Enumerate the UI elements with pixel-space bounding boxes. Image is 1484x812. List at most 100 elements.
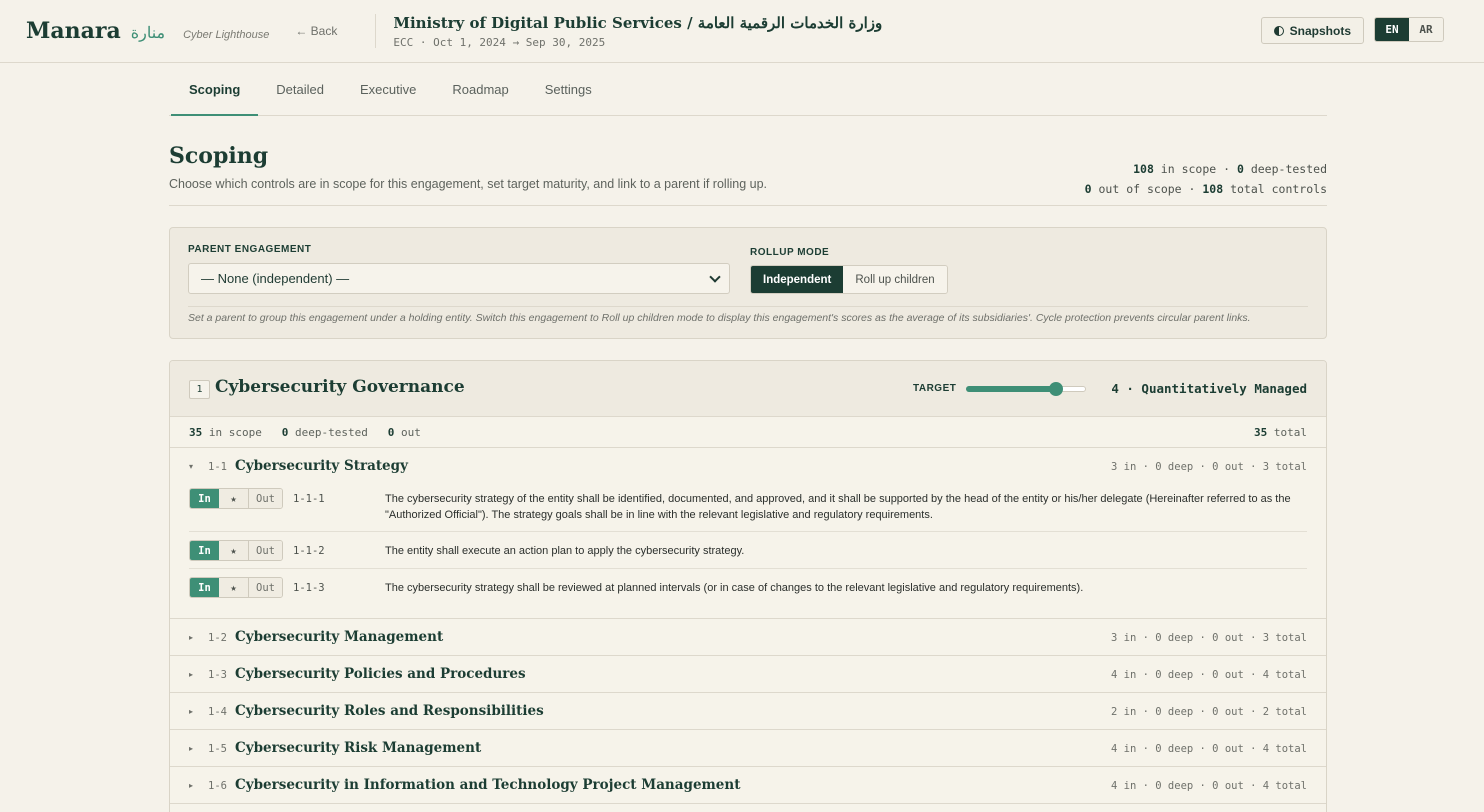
tab-scoping[interactable]: Scoping [171, 63, 259, 116]
lang-ar-button[interactable]: AR [1409, 18, 1443, 41]
subdomain-title: Cybersecurity in Information and Technol… [235, 777, 741, 793]
subdomain-header[interactable]: ▸ 1-4 Cybersecurity Roles and Responsibi… [170, 693, 1326, 730]
scope-toggle: In ★ Out [189, 577, 283, 598]
scope-in-button[interactable]: In [190, 541, 219, 560]
parent-engagement-note: Set a parent to group this engagement un… [188, 312, 1251, 324]
subdomain-code: 1-3 [208, 669, 227, 681]
tab-detailed[interactable]: Detailed [258, 63, 342, 115]
subdomain-code: 1-2 [208, 632, 227, 644]
engagement-title: Ministry of Digital Public Services / وز… [393, 13, 883, 32]
subdomain-code: 1-4 [208, 706, 227, 718]
subdomain-title: Cybersecurity Management [235, 629, 444, 645]
engagement-period: ECC · Oct 1, 2024 → Sep 30, 2025 [393, 35, 606, 49]
engagement-info: Ministry of Digital Public Services / وز… [393, 14, 882, 49]
slider-thumb[interactable] [1049, 382, 1063, 396]
subdomain-title: Cybersecurity Strategy [235, 458, 408, 474]
contrast-icon [1273, 25, 1284, 36]
subdomain-header[interactable]: ▸ 1-5 Cybersecurity Risk Management 4 in… [170, 730, 1326, 767]
domain-header: 1 Cybersecurity Governance TARGET 4 · Qu… [170, 361, 1326, 417]
control-row: In ★ Out 1-1-1 The cybersecurity strateg… [189, 486, 1307, 532]
scope-out-button[interactable]: Out [249, 578, 282, 597]
caret-right-icon: ▸ [189, 744, 194, 753]
target-label: TARGET [913, 383, 957, 394]
target-slider[interactable] [966, 382, 1086, 396]
scope-out-button[interactable]: Out [249, 541, 282, 560]
scope-in-button[interactable]: In [190, 578, 219, 597]
slider-fill [966, 386, 1056, 392]
caret-right-icon: ▸ [189, 670, 194, 679]
subdomain-code: 1-1 [208, 461, 227, 473]
scope-in-button[interactable]: In [190, 489, 219, 508]
scope-out-button[interactable]: Out [249, 489, 282, 508]
main-content: Scoping Detailed Executive Roadmap Setti… [169, 63, 1327, 812]
subdomain-stats: 3 in · 0 deep · 0 out · 3 total [1111, 632, 1307, 644]
subdomain-code: 1-6 [208, 780, 227, 792]
domain-stats-summary: 35 in scope 0 deep-tested 0 out [189, 426, 421, 439]
domain-card: 1 Cybersecurity Governance TARGET 4 · Qu… [169, 360, 1327, 812]
subdomain-header[interactable]: ▸ 1-3 Cybersecurity Policies and Procedu… [170, 656, 1326, 693]
control-text: The cybersecurity strategy shall be revi… [385, 582, 1084, 594]
brand-name-arabic: منارة [130, 23, 166, 42]
chevron-down-icon [709, 271, 721, 283]
parent-engagement-value: — None (independent) — [201, 271, 350, 286]
caret-right-icon: ▸ [189, 633, 194, 642]
domain-title: Cybersecurity Governance [215, 377, 465, 397]
subdomain-title: Cybersecurity Roles and Responsibilities [235, 703, 544, 719]
control-code: 1-1-1 [293, 493, 325, 505]
control-list: In ★ Out 1-1-1 The cybersecurity strateg… [170, 486, 1326, 619]
page-title: Scoping [169, 143, 269, 169]
target-value: 4 · Quantitatively Managed [1111, 381, 1307, 396]
control-code: 1-1-3 [293, 582, 325, 594]
rollup-mode-label: ROLLUP MODE [750, 247, 830, 258]
star-icon[interactable]: ★ [219, 541, 249, 560]
page-header: Scoping Choose which controls are in sco… [169, 116, 1327, 206]
control-text: The entity shall execute an action plan … [385, 545, 745, 557]
tab-bar: Scoping Detailed Executive Roadmap Setti… [169, 63, 1327, 116]
scope-stats: 108 in scope · 0 deep-tested 0 out of sc… [1085, 159, 1327, 199]
scope-stats-line-2: 0 out of scope · 108 total controls [1084, 182, 1327, 196]
header-divider [375, 14, 377, 48]
scope-toggle: In ★ Out [189, 488, 283, 509]
domain-number: 1 [189, 380, 210, 399]
domain-stats: 35 in scope 0 deep-tested 0 out 35 total [170, 417, 1326, 448]
parent-engagement-label: PARENT ENGAGEMENT [188, 244, 312, 255]
header-actions: Snapshots EN AR [1260, 17, 1444, 44]
parent-engagement-select[interactable]: — None (independent) — [188, 263, 730, 294]
scope-stats-line-1: 108 in scope · 0 deep-tested [1133, 162, 1327, 176]
parent-engagement-card: PARENT ENGAGEMENT — None (independent) —… [169, 227, 1327, 339]
subdomain-code: 1-5 [208, 743, 227, 755]
scope-toggle: In ★ Out [189, 540, 283, 561]
mode-rollup-button[interactable]: Roll up children [843, 266, 947, 293]
star-icon[interactable]: ★ [219, 578, 249, 597]
tab-roadmap[interactable]: Roadmap [434, 63, 526, 115]
top-bar: Manara منارة Cyber Lighthouse ← Back Min… [0, 0, 1484, 63]
page-subtitle: Choose which controls are in scope for t… [169, 177, 768, 191]
brand[interactable]: Manara منارة Cyber Lighthouse [26, 18, 269, 44]
subdomain-stats: 4 in · 0 deep · 0 out · 4 total [1111, 669, 1307, 681]
mode-independent-button[interactable]: Independent [751, 266, 844, 293]
language-toggle: EN AR [1374, 17, 1444, 42]
domain-stats-total: 35 total [1254, 426, 1307, 439]
control-row: In ★ Out 1-1-2 The entity shall execute … [189, 532, 1307, 569]
tab-executive[interactable]: Executive [342, 63, 434, 115]
rollup-mode-toggle: Independent Roll up children [750, 265, 948, 294]
subdomain-header[interactable]: ▸ 1-2 Cybersecurity Management 3 in · 0 … [170, 619, 1326, 656]
snapshots-label: Snapshots [1289, 23, 1351, 38]
control-code: 1-1-2 [293, 545, 325, 557]
star-icon[interactable]: ★ [219, 489, 249, 508]
tab-settings[interactable]: Settings [527, 63, 610, 115]
snapshots-button[interactable]: Snapshots [1260, 17, 1364, 44]
subdomain-header[interactable]: ▸ 1-6 Cybersecurity in Information and T… [170, 767, 1326, 804]
subdomain-stats: 4 in · 0 deep · 0 out · 4 total [1111, 780, 1307, 792]
subdomain-title: Cybersecurity Policies and Procedures [235, 666, 526, 682]
subdomain-header[interactable]: ▾ 1-1 Cybersecurity Strategy 3 in · 0 de… [170, 448, 1326, 486]
caret-right-icon: ▸ [189, 781, 194, 790]
brand-tagline: Cyber Lighthouse [183, 29, 270, 41]
subdomain-stats: 2 in · 0 deep · 0 out · 2 total [1111, 706, 1307, 718]
caret-right-icon: ▸ [189, 707, 194, 716]
brand-name: Manara [26, 18, 121, 44]
control-text: The cybersecurity strategy of the entity… [385, 493, 1291, 521]
lang-en-button[interactable]: EN [1375, 18, 1409, 41]
card-divider [188, 306, 1308, 307]
back-link[interactable]: ← Back [295, 24, 337, 38]
